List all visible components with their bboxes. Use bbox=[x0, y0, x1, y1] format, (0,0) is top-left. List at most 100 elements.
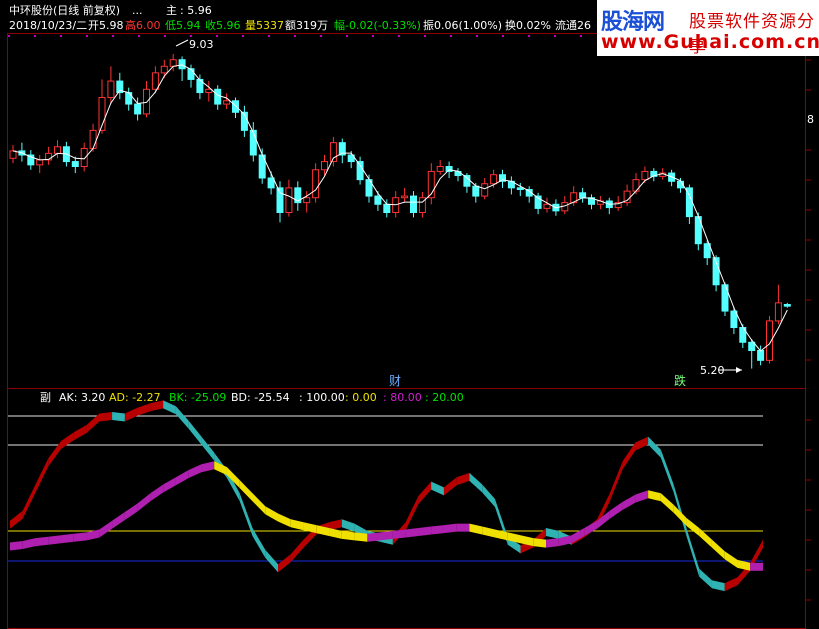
ak-ribbon-segment bbox=[456, 472, 470, 486]
ak-ribbon-segment bbox=[137, 403, 151, 416]
ak-ribbon-segment bbox=[201, 436, 215, 461]
ad-ribbon-segment bbox=[405, 528, 419, 538]
ad-ribbon-segment bbox=[648, 490, 661, 502]
min-arrow-head bbox=[736, 367, 742, 373]
ak-ribbon-segment bbox=[711, 580, 725, 592]
main-label: 主 bbox=[166, 4, 177, 17]
ad-ribbon-segment bbox=[418, 526, 432, 536]
ad-ribbon-segment bbox=[533, 538, 547, 548]
indicator-bk: BK: -25.09 bbox=[169, 391, 227, 404]
candle-down bbox=[383, 203, 391, 214]
chart-canvas bbox=[7, 33, 811, 629]
candle-down bbox=[356, 161, 364, 181]
ak-ribbon-segment bbox=[188, 420, 202, 445]
candle-up bbox=[401, 195, 409, 199]
ad-ribbon-segment bbox=[73, 532, 87, 542]
candle-down bbox=[214, 88, 222, 105]
ak-ribbon-segment bbox=[724, 577, 738, 592]
indicator-level-80: : 80.00 bbox=[383, 391, 422, 404]
ad-ribbon-segment bbox=[469, 523, 483, 535]
ak-ribbon-segment bbox=[431, 481, 444, 496]
candle-up bbox=[80, 147, 88, 168]
candle-down bbox=[249, 129, 257, 156]
ak-ribbon-segment bbox=[609, 461, 623, 502]
candle-up bbox=[9, 150, 17, 159]
ak-ribbon-segment bbox=[252, 528, 266, 558]
main-value: : 5.96 bbox=[180, 4, 212, 17]
indicator-level-20: : 20.00 bbox=[425, 391, 464, 404]
candle-down bbox=[410, 195, 417, 213]
quote-amplitude: 振0.06(1.00%) bbox=[423, 19, 503, 32]
candle-down bbox=[445, 166, 453, 172]
indicator-level-100: : 100.00 bbox=[299, 391, 345, 404]
ad-ribbon-segment bbox=[239, 480, 253, 502]
candle-up bbox=[143, 88, 150, 115]
die-marker: 跌 bbox=[674, 374, 687, 388]
candle-down bbox=[267, 177, 275, 189]
candle-down bbox=[730, 310, 738, 329]
ak-ribbon-segment bbox=[10, 510, 23, 529]
quote-turnover: 换0.02% bbox=[505, 19, 551, 32]
candle-up bbox=[160, 65, 168, 74]
ak-ribbon-segment bbox=[546, 528, 559, 539]
ad-ribbon-segment bbox=[252, 493, 266, 515]
candle-down bbox=[71, 161, 79, 167]
ad-ribbon-segment bbox=[329, 528, 342, 539]
ad-ribbon-segment bbox=[150, 484, 164, 502]
ak-ribbon-segment bbox=[405, 496, 419, 531]
candle-up bbox=[303, 197, 311, 204]
quote-volume: 量5337 bbox=[245, 19, 284, 32]
candle-up bbox=[107, 80, 115, 98]
ak-ribbon-segment bbox=[622, 442, 636, 470]
candle-up bbox=[481, 183, 489, 197]
ak-ribbon-segment bbox=[418, 481, 432, 505]
ak-ribbon-segment bbox=[635, 436, 649, 451]
candle-up bbox=[205, 88, 213, 94]
indicator-level-0: : 0.00 bbox=[345, 391, 377, 404]
ad-ribbon-segment bbox=[99, 520, 113, 538]
candle-up bbox=[641, 170, 649, 181]
indicator-bd: BD: -25.54 bbox=[231, 391, 290, 404]
ak-ribbon-segment bbox=[61, 432, 74, 449]
ad-ribbon-segment bbox=[48, 535, 62, 545]
ak-ribbon-segment bbox=[99, 412, 113, 422]
candle-up bbox=[543, 203, 551, 209]
indicator-ribbons bbox=[10, 400, 763, 592]
min-price-label: 5.20 bbox=[700, 364, 725, 377]
ad-ribbon-segment bbox=[112, 512, 125, 529]
quote-amount: 额319万 bbox=[285, 19, 328, 32]
ad-ribbon-segment bbox=[622, 494, 636, 510]
quote-open: 开5.98 bbox=[88, 19, 124, 32]
ak-ribbon-segment bbox=[73, 425, 87, 441]
ad-ribbon-segment bbox=[584, 520, 598, 536]
candle-down bbox=[748, 341, 756, 351]
quote-float: 流通26 bbox=[555, 19, 591, 32]
candle-down bbox=[276, 187, 284, 214]
ad-ribbon-segment bbox=[482, 526, 495, 538]
max-price-label: 9.03 bbox=[189, 38, 214, 51]
site-logo: 股海网 股票软件资源分享 www.Guhai.com.cn bbox=[597, 0, 819, 57]
ak-ribbon-segment bbox=[290, 539, 304, 563]
quote-low: 低5.94 bbox=[165, 19, 201, 32]
candle-up bbox=[436, 166, 444, 172]
indicator-name: 副 bbox=[40, 391, 51, 404]
ad-ribbon-segment bbox=[10, 541, 23, 551]
candle-up bbox=[169, 59, 177, 67]
ad-ribbon-segment bbox=[61, 533, 74, 544]
ad-ribbon-segment bbox=[163, 477, 176, 493]
ad-ribbon-segment bbox=[124, 503, 138, 521]
ad-ribbon-segment bbox=[341, 530, 355, 541]
ad-ribbon-segment bbox=[660, 493, 674, 513]
ak-ribbon-segment bbox=[469, 472, 483, 493]
candle-down bbox=[783, 304, 791, 307]
candle-up bbox=[36, 159, 44, 166]
ak-ribbon-segment bbox=[443, 477, 457, 496]
ad-ribbon-segment bbox=[367, 532, 381, 542]
ak-ribbon-segment bbox=[175, 406, 189, 429]
candle-down bbox=[232, 100, 239, 113]
candle-down bbox=[294, 187, 302, 204]
ak-ribbon-segment bbox=[699, 568, 712, 589]
candle-up bbox=[151, 72, 159, 90]
indicator-panel-frame bbox=[7, 388, 806, 629]
ak-ribbon-segment bbox=[482, 484, 495, 507]
